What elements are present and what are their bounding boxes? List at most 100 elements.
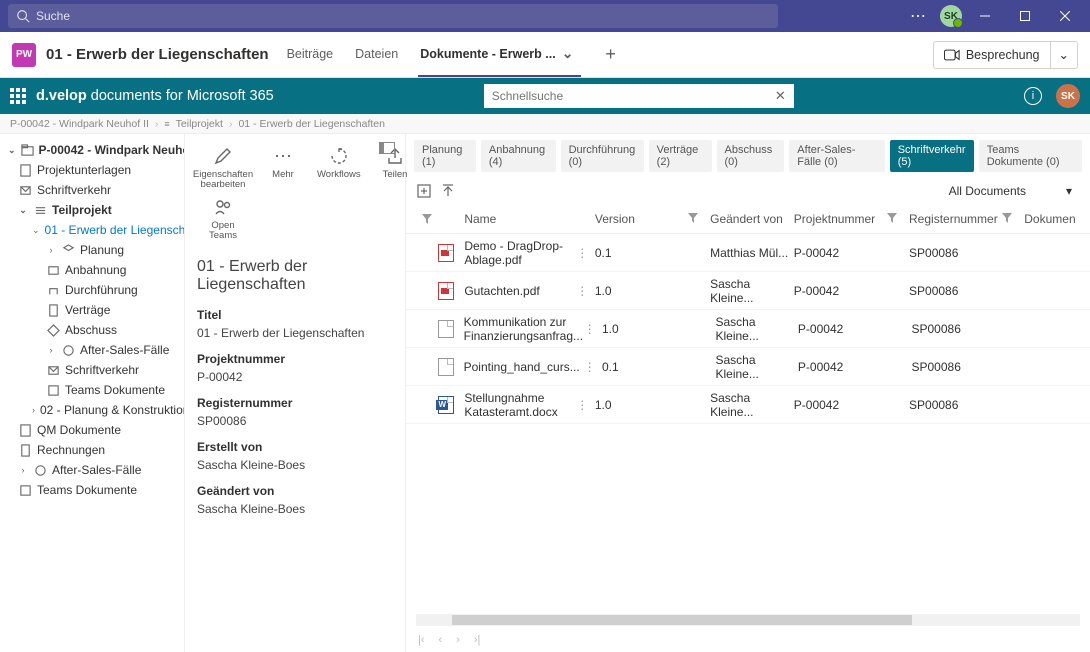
teams-search[interactable] <box>8 4 778 28</box>
upload-button[interactable] <box>440 183 456 199</box>
col-reg[interactable]: Registernummer <box>909 212 1002 226</box>
label-titel: Titel <box>197 308 393 322</box>
col-dok[interactable]: Dokumen <box>1024 212 1080 226</box>
tree-current[interactable]: ⌄01 - Erwerb der Liegenscha... <box>4 220 180 240</box>
file-projnr: P-00042 <box>798 322 890 336</box>
tree-durchfuehrung[interactable]: Durchführung <box>4 280 180 300</box>
table-toolbar: All Documents▾ <box>406 178 1090 204</box>
row-more-icon[interactable]: ⋮ <box>576 284 595 298</box>
cat-tab[interactable]: Anbahnung (4) <box>481 140 556 172</box>
file-type-icon <box>438 396 454 414</box>
dvelop-avatar[interactable]: SK <box>1056 84 1080 108</box>
teams-more-button[interactable]: ⋯ <box>902 6 934 26</box>
tree-schriftverkehr[interactable]: Schriftverkehr <box>4 180 180 200</box>
info-icon[interactable]: i <box>1024 87 1042 105</box>
new-item-button[interactable] <box>416 183 432 199</box>
file-name: Gutachten.pdf <box>464 284 576 298</box>
pager-prev[interactable]: ‹ <box>439 634 443 646</box>
col-version[interactable]: Version <box>595 212 688 226</box>
file-projnr: P-00042 <box>794 246 887 260</box>
row-more-icon[interactable]: ⋮ <box>584 322 602 336</box>
panel-toggle-icon[interactable] <box>379 142 395 154</box>
more-actions-button[interactable]: ⋯Mehr <box>271 144 295 191</box>
cat-tab[interactable]: Abschuss (0) <box>717 140 785 172</box>
col-user[interactable]: Geändert von <box>710 212 794 226</box>
tab-chevron-icon[interactable]: ⌄ <box>556 45 580 62</box>
tree-projektunterlagen[interactable]: Projektunterlagen <box>4 160 180 180</box>
window-close-button[interactable] <box>1048 0 1082 32</box>
document-grid: Name Version Geändert von Projektnummer … <box>406 204 1090 614</box>
meeting-label: Besprechung <box>966 48 1040 62</box>
filter-icon[interactable] <box>1002 212 1024 226</box>
tab-files[interactable]: Dateien <box>353 32 400 77</box>
teams-avatar[interactable]: SK <box>940 5 962 27</box>
row-more-icon[interactable]: ⋮ <box>576 398 595 412</box>
pager-last[interactable]: ›| <box>474 634 481 646</box>
table-row[interactable]: Demo - DragDrop-Ablage.pdf⋮0.1Matthias M… <box>406 234 1090 272</box>
cat-tab[interactable]: Planung (1) <box>414 140 476 172</box>
tree-teilprojekt[interactable]: ⌄Teilprojekt <box>4 200 180 220</box>
pager-first[interactable]: |‹ <box>418 634 425 646</box>
table-row[interactable]: Pointing_hand_curs...⋮0.1Sascha Kleine..… <box>406 348 1090 386</box>
tree-anbahnung[interactable]: Anbahnung <box>4 260 180 280</box>
app-launcher-icon[interactable] <box>10 88 26 104</box>
window-minimize-button[interactable] <box>968 0 1002 32</box>
teams-search-input[interactable] <box>36 9 770 23</box>
row-more-icon[interactable]: ⋮ <box>576 246 595 260</box>
open-teams-button[interactable]: Open Teams <box>197 195 249 242</box>
tree-abschuss[interactable]: Abschuss <box>4 320 180 340</box>
tree-aftersales2[interactable]: ›After-Sales-Fälle <box>4 460 180 480</box>
cat-tab[interactable]: After-Sales-Fälle (0) <box>789 140 884 172</box>
chevron-down-icon: ▾ <box>1066 184 1072 198</box>
table-row[interactable]: Stellungnahme Katasteramt.docx⋮1.0Sascha… <box>406 386 1090 424</box>
crumb-1[interactable]: P-00042 - Windpark Neuhof II <box>10 118 149 130</box>
cat-tab[interactable]: Verträge (2) <box>649 140 712 172</box>
tree-planung[interactable]: ›Planung <box>4 240 180 260</box>
cat-tab[interactable]: Durchführung (0) <box>561 140 644 172</box>
tab-posts[interactable]: Beiträge <box>285 32 336 77</box>
tree-aftersales[interactable]: ›After-Sales-Fälle <box>4 340 180 360</box>
table-row[interactable]: Gutachten.pdf⋮1.0Sascha Kleine...P-00042… <box>406 272 1090 310</box>
teams-title-bar: ⋯ SK <box>0 0 1090 32</box>
col-name[interactable]: Name <box>464 212 576 226</box>
view-selector[interactable]: All Documents▾ <box>941 182 1080 200</box>
edit-properties-button[interactable]: Eigenschaften bearbeiten <box>197 144 249 191</box>
tree-teamsdok2[interactable]: Teams Dokumente <box>4 480 180 500</box>
tree-rechnungen[interactable]: Rechnungen <box>4 440 180 460</box>
file-user: Sascha Kleine... <box>710 277 794 305</box>
crumb-2[interactable]: Teilprojekt <box>176 118 223 130</box>
filter-icon[interactable] <box>887 212 909 226</box>
label-erstellt: Erstellt von <box>197 440 393 454</box>
cat-tab[interactable]: Teams Dokumente (0) <box>979 140 1082 172</box>
meeting-button[interactable]: Besprechung ⌄ <box>933 41 1078 69</box>
crumb-3[interactable]: 01 - Erwerb der Liegenschaften <box>238 118 385 130</box>
cat-tab[interactable]: Schriftverkehr (5) <box>890 140 974 172</box>
window-maximize-button[interactable] <box>1008 0 1042 32</box>
clear-search-icon[interactable]: ✕ <box>775 88 786 104</box>
tree-qm[interactable]: QM Dokumente <box>4 420 180 440</box>
detail-panel: Eigenschaften bearbeiten ⋯Mehr Workflows… <box>184 134 406 652</box>
table-row[interactable]: Kommunikation zur Finanzierungsanfrag...… <box>406 310 1090 348</box>
quick-search-input[interactable] <box>492 89 775 103</box>
filter-icon[interactable] <box>416 214 438 224</box>
file-user: Sascha Kleine... <box>716 353 798 381</box>
meeting-dropdown[interactable]: ⌄ <box>1050 42 1077 68</box>
tree-sub-teamsdok[interactable]: Teams Dokumente <box>4 380 180 400</box>
filter-icon[interactable] <box>688 212 710 226</box>
tree-02-planung[interactable]: ›02 - Planung & Konstruktion <box>4 400 180 420</box>
row-more-icon[interactable]: ⋮ <box>584 360 602 374</box>
tree-vertraege[interactable]: Verträge <box>4 300 180 320</box>
col-proj[interactable]: Projektnummer <box>794 212 887 226</box>
quick-search[interactable]: ✕ <box>484 84 794 108</box>
file-projnr: P-00042 <box>794 398 887 412</box>
tab-documents[interactable]: Dokumente - Erwerb ...⌄ <box>418 32 581 77</box>
add-tab-button[interactable]: + <box>599 44 622 65</box>
horizontal-scrollbar[interactable] <box>416 614 1080 626</box>
tree-root[interactable]: ⌄P-00042 - Windpark Neuhof II <box>4 140 180 160</box>
tree-sub-schriftverkehr[interactable]: Schriftverkehr <box>4 360 180 380</box>
label-projnr: Projektnummer <box>197 352 393 366</box>
workflows-button[interactable]: Workflows <box>317 144 361 191</box>
file-projnr: P-00042 <box>798 360 890 374</box>
detail-title: 01 - Erwerb der Liegenschaften <box>197 258 393 294</box>
pager-next[interactable]: › <box>456 634 460 646</box>
